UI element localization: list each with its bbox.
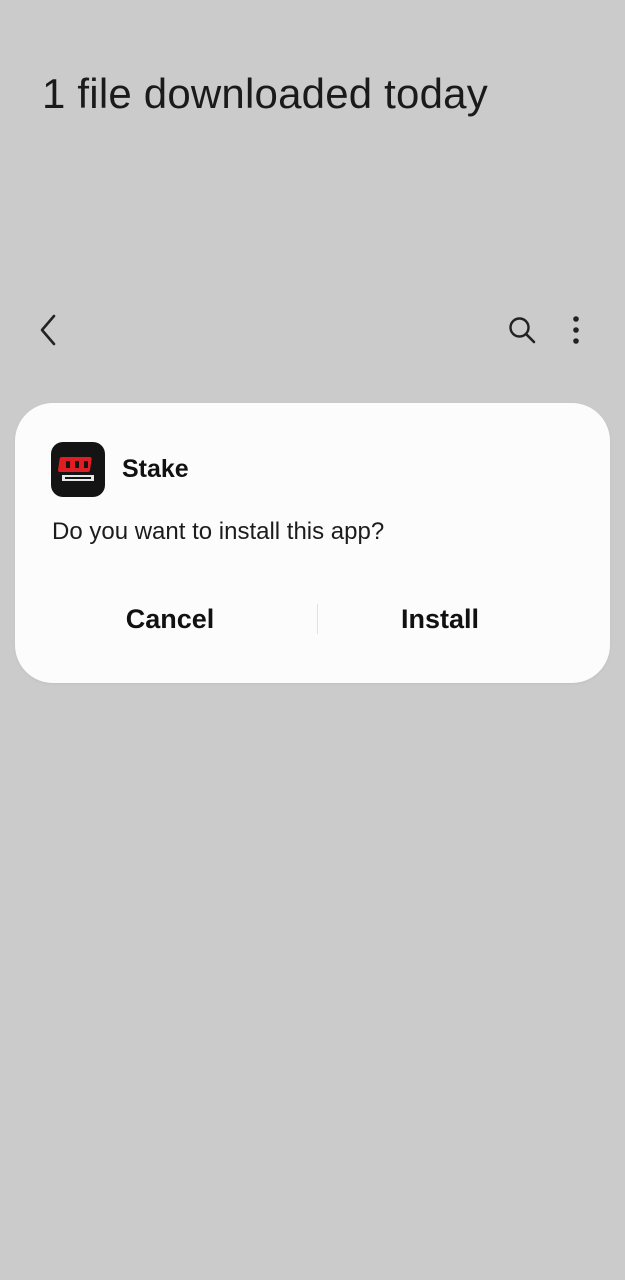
- app-name: Stake: [122, 455, 189, 483]
- more-vertical-icon: [573, 316, 579, 344]
- install-button[interactable]: Install: [325, 589, 555, 649]
- chevron-left-icon: [40, 314, 56, 346]
- install-dialog: Stake Do you want to install this app? C…: [15, 403, 610, 683]
- more-options-button[interactable]: [560, 310, 592, 350]
- page-title: 1 file downloaded today: [42, 70, 488, 117]
- search-icon: [509, 317, 536, 344]
- search-button[interactable]: [502, 310, 542, 350]
- dialog-message: Do you want to install this app?: [52, 518, 385, 545]
- app-logo-icon: [51, 442, 105, 497]
- app-bar: [0, 300, 625, 360]
- action-divider: [317, 604, 318, 634]
- dialog-actions: Cancel Install: [15, 589, 610, 649]
- cancel-button[interactable]: Cancel: [55, 589, 285, 649]
- back-button[interactable]: [30, 310, 66, 350]
